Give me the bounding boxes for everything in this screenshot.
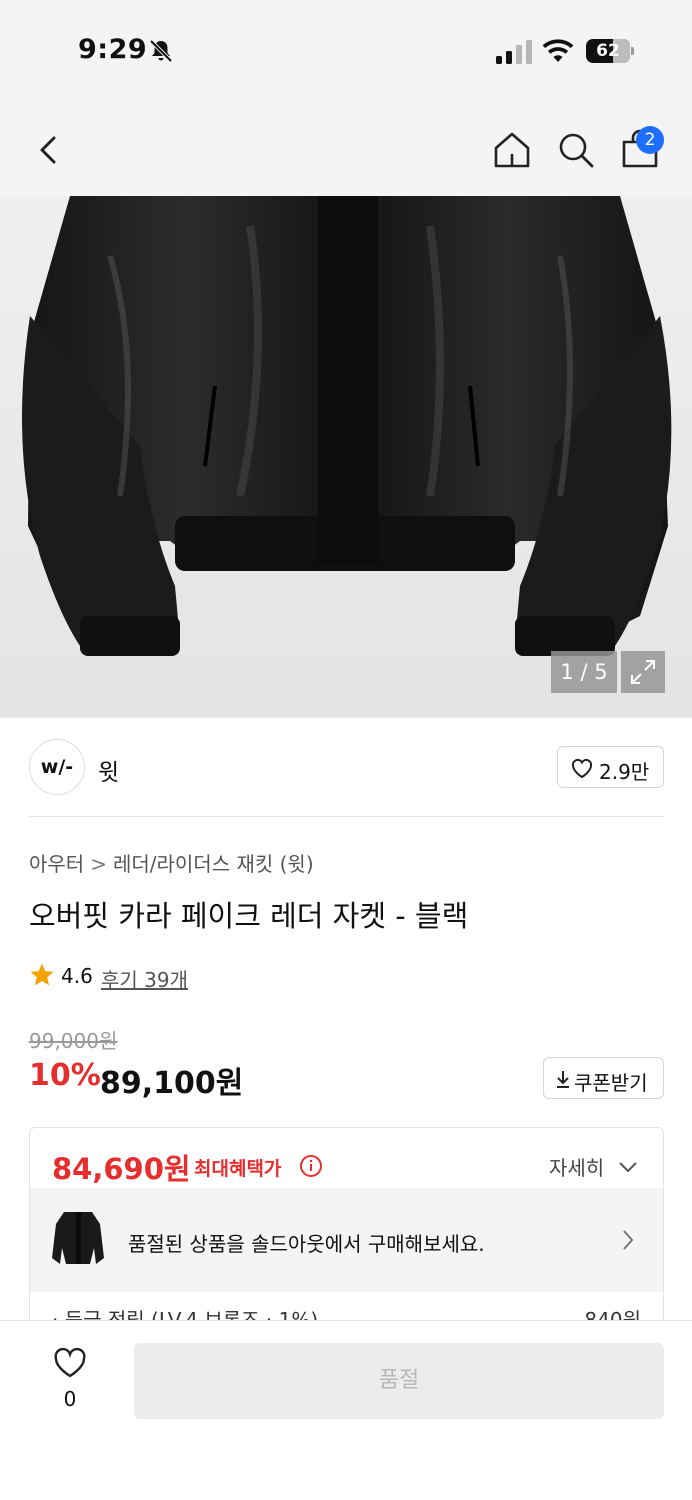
rating-score: 4.6 bbox=[61, 964, 93, 988]
original-price: 99,000원 bbox=[29, 1029, 118, 1053]
jacket-photo bbox=[22, 196, 672, 656]
benefit-detail-toggle[interactable]: 자세히 bbox=[549, 1152, 604, 1181]
expand-image-button[interactable] bbox=[621, 651, 665, 693]
star-icon bbox=[30, 963, 54, 986]
back-arrow-icon[interactable] bbox=[32, 130, 68, 170]
expand-icon bbox=[631, 660, 655, 684]
wifi-icon bbox=[542, 39, 574, 62]
chevron-down-icon[interactable] bbox=[617, 1158, 639, 1176]
cart-count-badge: 2 bbox=[636, 126, 664, 154]
brand-like-count: 2.9만 bbox=[599, 760, 650, 784]
max-benefit-label: 최대혜택가 bbox=[194, 1158, 282, 1180]
download-icon bbox=[557, 1071, 569, 1088]
heart-icon bbox=[571, 758, 593, 779]
reviews-link[interactable]: 후기 39개 bbox=[101, 964, 188, 993]
sold-out-button[interactable]: 품절 bbox=[134, 1343, 664, 1419]
jacket-thumbnail bbox=[52, 1212, 104, 1264]
bottom-action-bar: 0 품절 bbox=[0, 1320, 692, 1500]
max-benefit-price: 84,690원 bbox=[52, 1152, 191, 1186]
battery-level: 62 bbox=[596, 41, 620, 61]
benefit-panel: 84,690원 최대혜택가 자세히 품절된 상품을 솔드아웃에서 구매해보세요.… bbox=[29, 1127, 664, 1337]
breadcrumb-category[interactable]: 아우터 bbox=[29, 852, 84, 876]
battery-icon: 62 bbox=[586, 39, 634, 63]
discount-rate: 10% bbox=[29, 1058, 101, 1093]
breadcrumb: 아우터 > 레더/라이더스 재킷 (윗) bbox=[29, 848, 314, 877]
coupon-label: 쿠폰받기 bbox=[574, 1071, 648, 1095]
coupon-download-button[interactable]: 쿠폰받기 bbox=[543, 1057, 664, 1099]
wishlist-heart-icon[interactable] bbox=[52, 1347, 88, 1379]
breadcrumb-subcategory[interactable]: 레더/라이더스 재킷 (윗) bbox=[113, 852, 314, 876]
status-time: 9:29 bbox=[78, 34, 148, 65]
chevron-right-icon bbox=[623, 1230, 634, 1250]
soldout-banner[interactable]: 품절된 상품을 솔드아웃에서 구매해보세요. bbox=[30, 1188, 663, 1292]
bell-muted-icon bbox=[149, 39, 173, 63]
cell-signal-icon bbox=[496, 40, 532, 64]
image-counter: 1 / 5 bbox=[551, 651, 617, 693]
search-icon[interactable] bbox=[556, 130, 596, 170]
wishlist-count: 0 bbox=[63, 1387, 77, 1411]
product-image[interactable] bbox=[0, 196, 692, 718]
divider bbox=[29, 816, 664, 817]
home-icon[interactable] bbox=[492, 130, 532, 170]
status-bar: 9:29 62 bbox=[0, 0, 692, 100]
sale-price: 89,100원 bbox=[100, 1066, 244, 1101]
soldout-message: 품절된 상품을 솔드아웃에서 구매해보세요. bbox=[128, 1232, 485, 1256]
info-icon[interactable] bbox=[299, 1154, 323, 1178]
brand-like-button[interactable]: 2.9만 bbox=[557, 746, 664, 788]
brand-name[interactable]: 윗 bbox=[98, 753, 119, 787]
brand-logo[interactable]: w/- bbox=[29, 739, 85, 795]
product-title: 오버핏 카라 페이크 레더 자켓 - 블랙 bbox=[29, 899, 469, 933]
top-nav-bar bbox=[0, 100, 692, 196]
breadcrumb-separator: > bbox=[90, 852, 107, 876]
